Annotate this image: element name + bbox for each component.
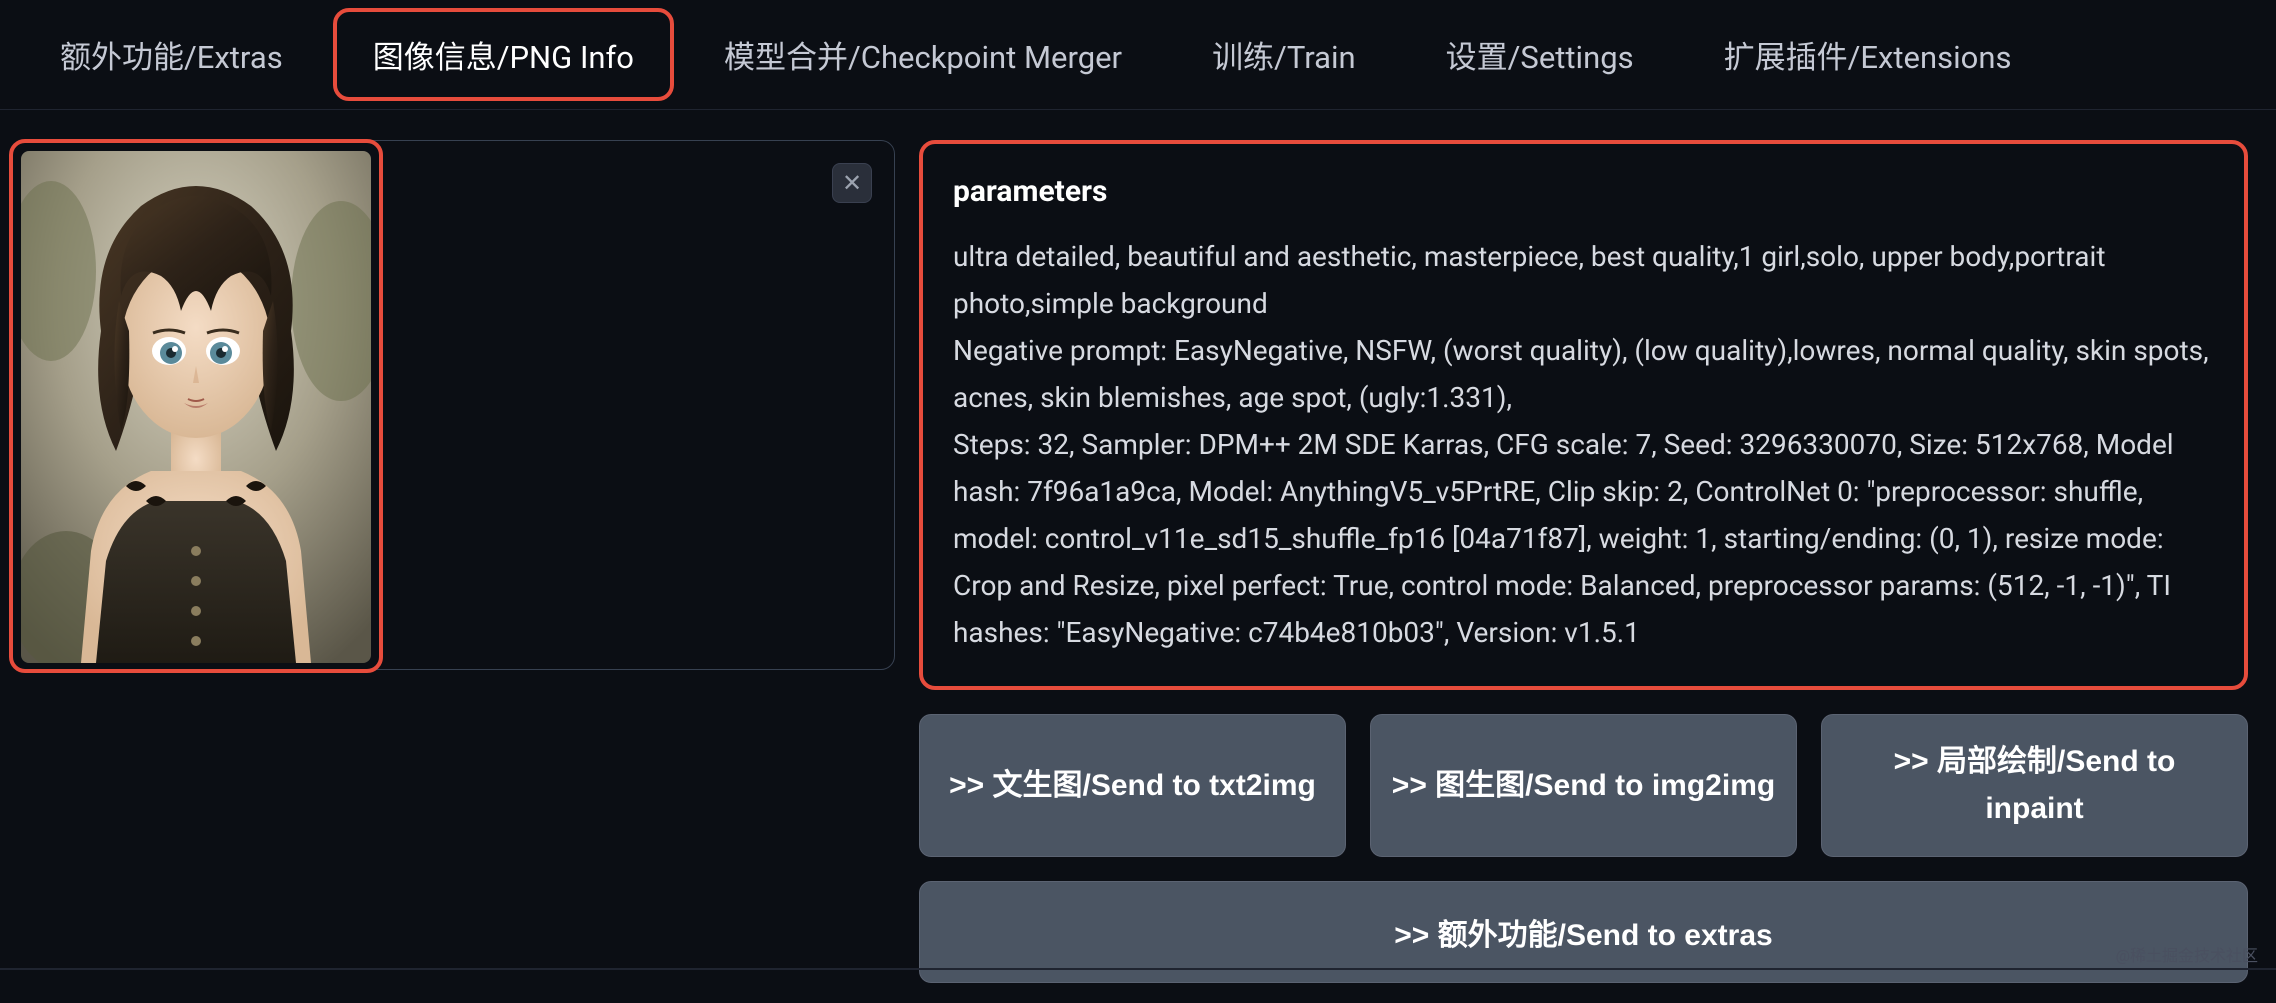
tab-settings[interactable]: 设置/Settings xyxy=(1406,8,1674,101)
parameters-text: ultra detailed, beautiful and aesthetic,… xyxy=(953,233,2214,656)
send-to-txt2img-button[interactable]: >> 文生图/Send to txt2img xyxy=(919,714,1346,857)
bottom-divider xyxy=(0,968,2276,970)
image-container: ✕ xyxy=(10,140,895,670)
parameters-box: parameters ultra detailed, beautiful and… xyxy=(919,140,2248,690)
tab-extensions[interactable]: 扩展插件/Extensions xyxy=(1684,8,2052,101)
image-preview[interactable] xyxy=(21,151,371,663)
tab-bar: 额外功能/Extras 图像信息/PNG Info 模型合并/Checkpoin… xyxy=(0,0,2276,110)
send-to-img2img-button[interactable]: >> 图生图/Send to img2img xyxy=(1370,714,1797,857)
right-panel: parameters ultra detailed, beautiful and… xyxy=(919,140,2266,983)
left-panel: ✕ xyxy=(10,140,895,983)
close-image-button[interactable]: ✕ xyxy=(832,163,872,203)
tab-checkpoint-merger[interactable]: 模型合并/Checkpoint Merger xyxy=(684,8,1162,101)
tab-extras[interactable]: 额外功能/Extras xyxy=(20,8,323,101)
parameters-title: parameters xyxy=(953,174,2214,209)
main-content: ✕ parameters ultra detailed, beautiful a… xyxy=(0,110,2276,1003)
button-row: >> 文生图/Send to txt2img >> 图生图/Send to im… xyxy=(919,714,2248,857)
tab-train[interactable]: 训练/Train xyxy=(1172,8,1396,101)
close-icon: ✕ xyxy=(842,169,862,197)
tab-png-info[interactable]: 图像信息/PNG Info xyxy=(333,8,674,101)
send-to-inpaint-button[interactable]: >> 局部绘制/Send to inpaint xyxy=(1821,714,2248,857)
watermark: @稀土掘金技术社区 xyxy=(2116,942,2258,966)
